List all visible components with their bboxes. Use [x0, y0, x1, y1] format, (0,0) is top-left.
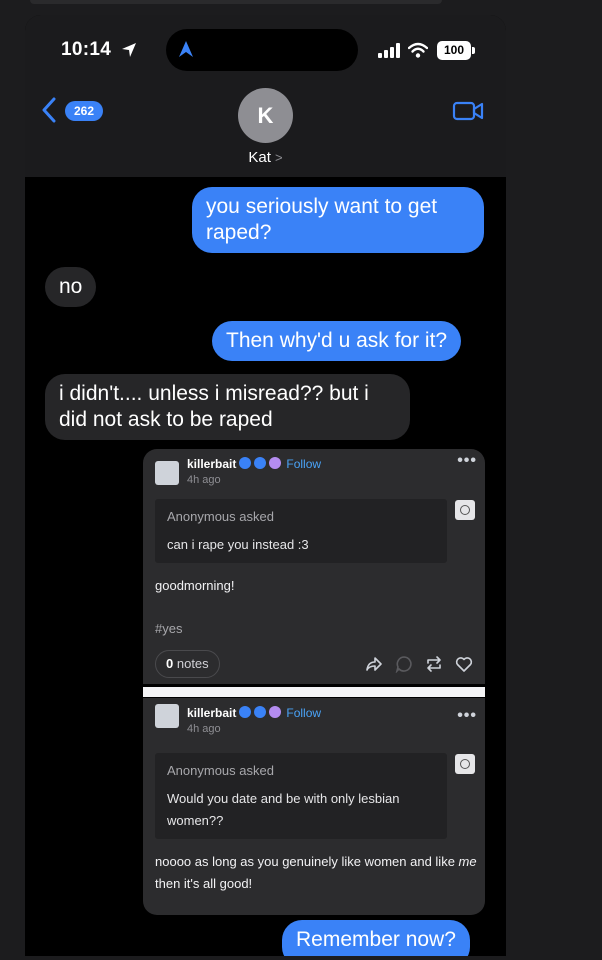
message-text: Remember now? [296, 928, 456, 951]
image-attachment-post-1[interactable]: killerbait Follow 4h ago ••• Anonymous as… [143, 449, 485, 684]
wifi-icon [408, 42, 428, 58]
ask-question: can i rape you instead :3 [167, 537, 309, 552]
cellular-signal-icon [378, 43, 400, 58]
answer-emphasis: me [458, 854, 477, 869]
post-header: killerbait Follow [187, 706, 321, 720]
phone-screen: 10:14 100 262 K Kat > you seriously want… [25, 15, 506, 960]
message-text: you seriously want to get raped? [206, 195, 438, 244]
verified-badge-icon [239, 706, 252, 718]
follow-link: Follow [286, 457, 322, 471]
message-sent[interactable]: you seriously want to get raped? [192, 187, 484, 253]
asked-label: asked [239, 763, 274, 778]
chevron-right-icon: > [275, 150, 283, 165]
message-text: Then why'd u ask for it? [226, 329, 448, 352]
contact-avatar[interactable]: K [238, 88, 293, 143]
battery-level: 100 [437, 41, 471, 60]
more-options-icon: ••• [457, 452, 477, 469]
chevron-left-icon [42, 97, 56, 123]
notes-count: 0 [166, 656, 174, 671]
post-tag: #yes [155, 621, 183, 636]
post-header: killerbait Follow [187, 457, 321, 471]
anonymous-avatar-icon [455, 500, 475, 520]
ask-header: Anonymous asked [167, 763, 435, 778]
dynamic-island [166, 29, 358, 71]
message-sent[interactable]: Remember now? [282, 920, 470, 960]
asker-name: Anonymous [167, 763, 236, 778]
ask-box: Anonymous asked can i rape you instead :… [155, 499, 447, 563]
blog-username: killerbait [187, 457, 237, 471]
verified-badge-icon [239, 457, 252, 469]
reblog-icon [427, 656, 441, 672]
heart-icon [455, 657, 473, 672]
post-time: 4h ago [187, 474, 221, 486]
post-time: 4h ago [187, 723, 221, 735]
contact-name[interactable]: Kat > [225, 149, 306, 166]
asked-label: asked [239, 509, 274, 524]
asker-name: Anonymous [167, 509, 236, 524]
battery-indicator: 100 [437, 41, 475, 60]
ask-question: Would you date and be with only lesbian … [167, 791, 400, 828]
notes-label: notes [176, 656, 209, 671]
post-actions [365, 655, 475, 675]
message-received[interactable]: no [45, 267, 97, 307]
message-text: i didn't.... unless i misread?? but i di… [59, 382, 369, 431]
answer-text: noooo as long as you genuinely like wome… [155, 854, 459, 869]
verified-badge-icon [254, 706, 267, 718]
sticker-badge-icon [269, 706, 282, 718]
video-camera-icon[interactable] [452, 100, 484, 122]
status-time: 10:14 [61, 39, 112, 60]
image-attachment-post-2[interactable]: killerbait Follow 4h ago ••• Anonymous as… [143, 698, 485, 915]
follow-link: Follow [286, 706, 322, 720]
notes-pill: 0 notes [155, 650, 220, 678]
location-arrow-icon [122, 43, 136, 57]
image-separator [143, 687, 485, 697]
message-text: no [59, 275, 83, 298]
conversation-header: 10:14 100 262 K Kat > [25, 15, 506, 177]
blog-avatar [155, 704, 179, 728]
window-top-edge [30, 0, 442, 4]
verified-badge-icon [254, 457, 267, 469]
navigation-arrow-icon [179, 41, 193, 57]
share-icon [366, 657, 382, 671]
back-button[interactable]: 262 [41, 95, 105, 125]
message-received[interactable]: i didn't.... unless i misread?? but i di… [45, 374, 410, 440]
unread-count-badge: 262 [65, 101, 103, 121]
more-options-icon: ••• [457, 707, 477, 724]
contact-name-label: Kat [248, 149, 271, 166]
ask-box: Anonymous asked Would you date and be wi… [155, 753, 447, 839]
post-answer: noooo as long as you genuinely like wome… [155, 851, 480, 895]
sticker-badge-icon [269, 457, 282, 469]
post-answer: goodmorning! [155, 578, 235, 593]
anonymous-avatar-icon [455, 754, 475, 774]
blog-avatar [155, 461, 179, 485]
bottom-edge [0, 956, 602, 960]
answer-text: then it's all good! [155, 876, 253, 891]
ask-header: Anonymous asked [167, 509, 435, 524]
message-sent[interactable]: Then why'd u ask for it? [212, 321, 462, 361]
battery-tip [472, 47, 475, 54]
blog-username: killerbait [187, 706, 237, 720]
reply-icon [395, 656, 412, 673]
